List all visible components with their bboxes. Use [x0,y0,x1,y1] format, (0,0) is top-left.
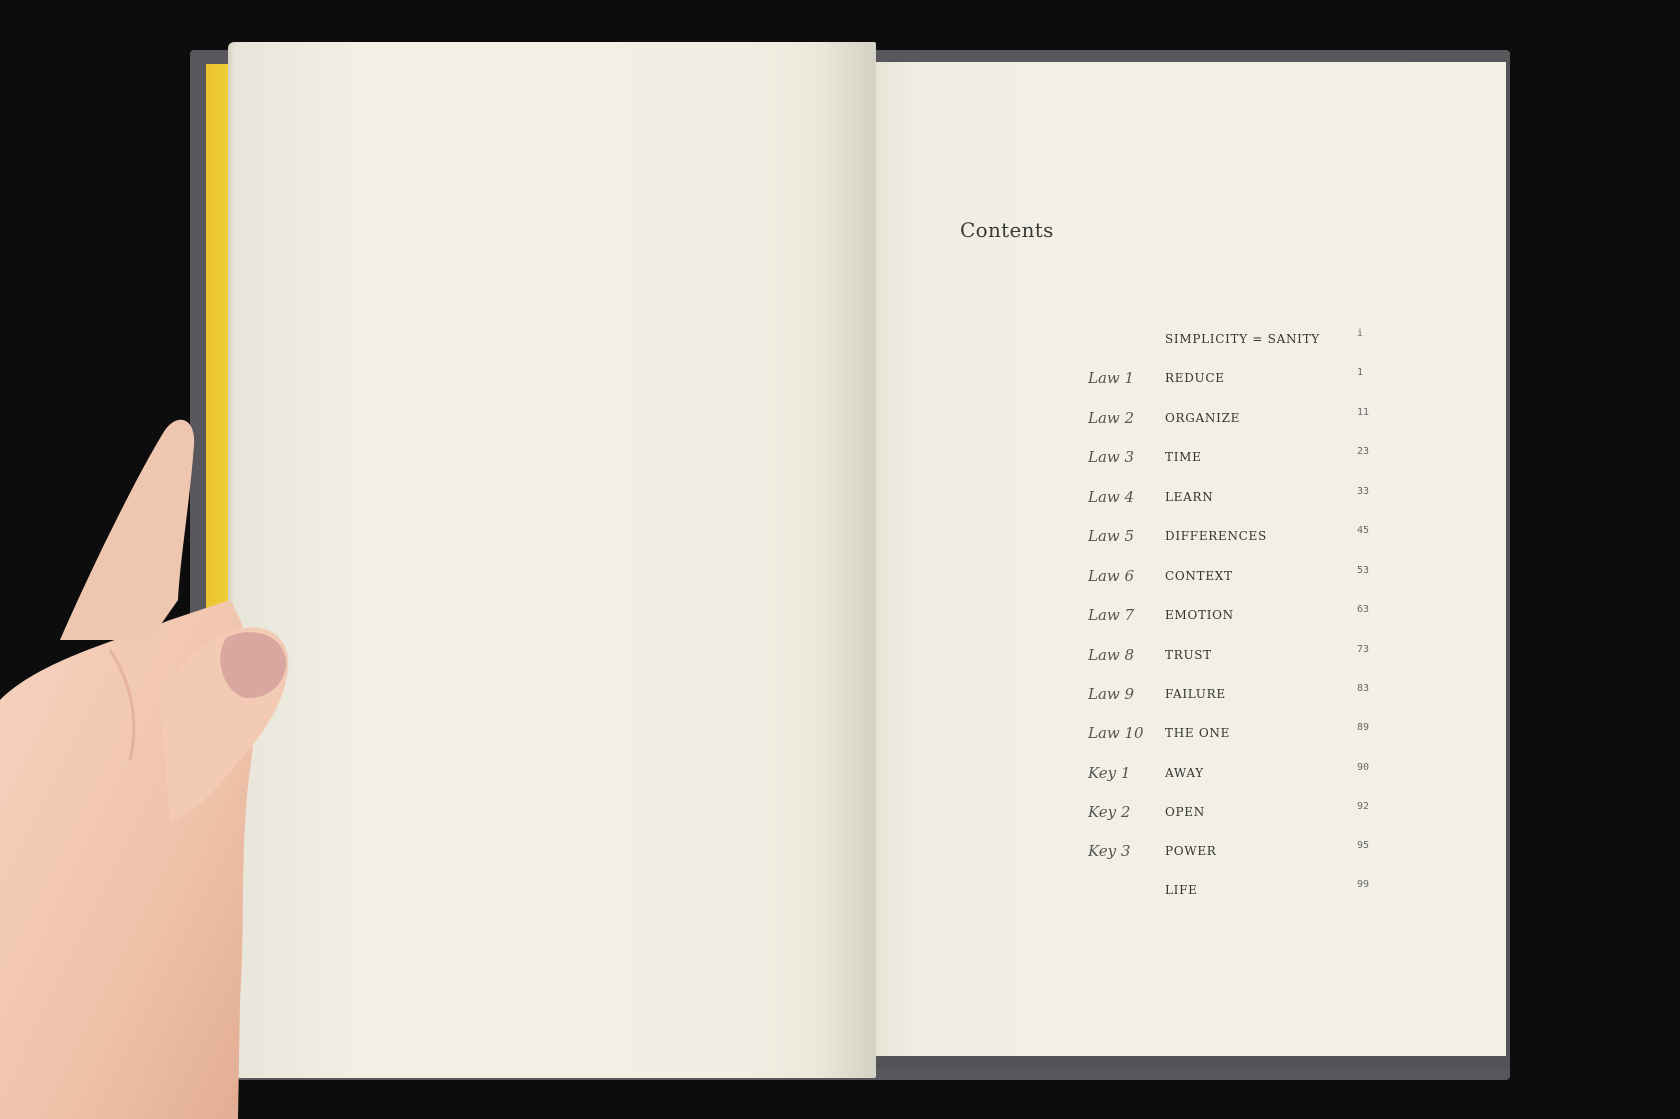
photo-scene: Contents SIMPLICITY = SANITY i Law 1 RED… [0,0,1680,1119]
hand-holding-book-icon [0,419,289,1119]
